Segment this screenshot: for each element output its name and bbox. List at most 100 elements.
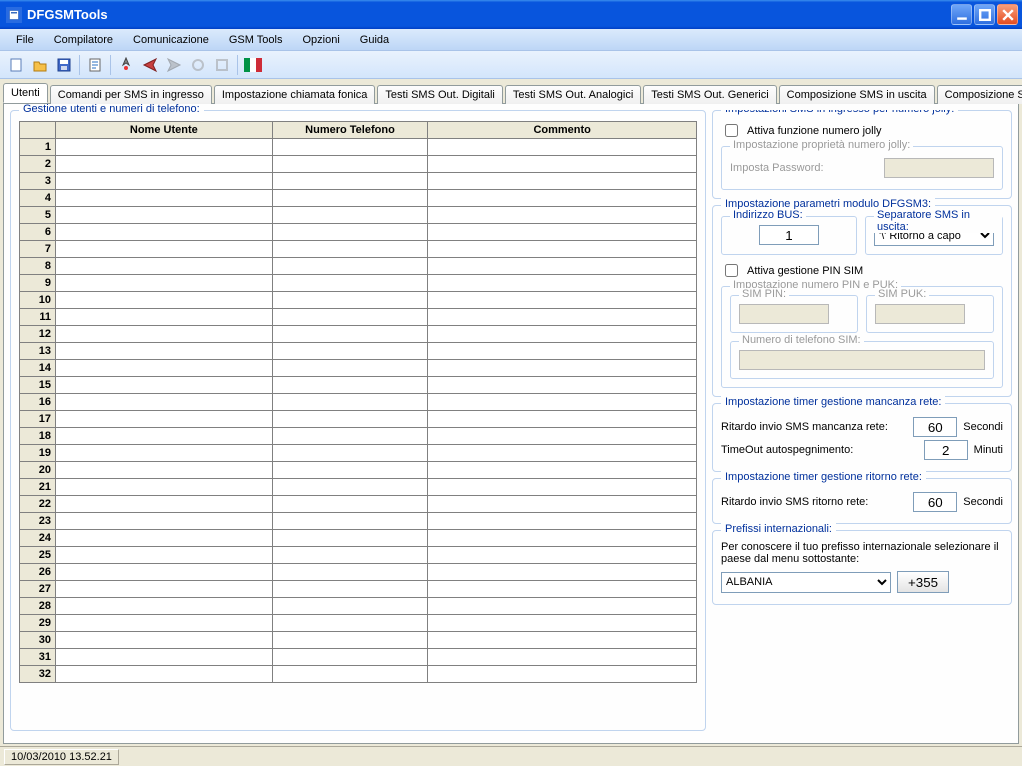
table-row[interactable]: 3 [20,173,697,190]
cell[interactable] [428,411,697,428]
table-row[interactable]: 19 [20,445,697,462]
cell[interactable] [56,462,273,479]
cell[interactable] [428,377,697,394]
cell[interactable] [56,309,273,326]
cell[interactable] [428,190,697,207]
users-table[interactable]: Nome Utente Numero Telefono Commento 123… [19,121,697,683]
off-delay-input[interactable] [913,417,957,437]
launch-icon[interactable] [114,54,137,76]
cell[interactable] [56,445,273,462]
flag-italy-icon[interactable] [241,54,264,76]
table-row[interactable]: 30 [20,632,697,649]
menu-compilatore[interactable]: Compilatore [44,32,123,48]
tab-2[interactable]: Impostazione chiamata fonica [214,85,376,104]
cell[interactable] [56,156,273,173]
cell[interactable] [272,513,428,530]
cell[interactable] [272,462,428,479]
cell[interactable] [272,139,428,156]
table-row[interactable]: 29 [20,615,697,632]
table-row[interactable]: 12 [20,326,697,343]
maximize-button[interactable] [974,4,995,25]
cell[interactable] [56,632,273,649]
cell[interactable] [428,343,697,360]
cell[interactable] [428,139,697,156]
cell[interactable] [56,513,273,530]
table-row[interactable]: 14 [20,360,697,377]
cell[interactable] [428,258,697,275]
cell[interactable] [56,615,273,632]
cell[interactable] [272,530,428,547]
cell[interactable] [428,224,697,241]
cell[interactable] [272,428,428,445]
cell[interactable] [272,547,428,564]
menu-comunicazione[interactable]: Comunicazione [123,32,219,48]
cell[interactable] [56,360,273,377]
cell[interactable] [428,394,697,411]
cell[interactable] [56,292,273,309]
table-row[interactable]: 1 [20,139,697,156]
table-row[interactable]: 5 [20,207,697,224]
cell[interactable] [272,666,428,683]
cell[interactable] [272,445,428,462]
cell[interactable] [272,190,428,207]
cell[interactable] [428,649,697,666]
tab-5[interactable]: Testi SMS Out. Generici [643,85,776,104]
cell[interactable] [428,360,697,377]
cell[interactable] [428,666,697,683]
close-button[interactable] [997,4,1018,25]
tab-4[interactable]: Testi SMS Out. Analogici [505,85,641,104]
tool2-icon[interactable] [210,54,233,76]
cell[interactable] [272,173,428,190]
cell[interactable] [272,156,428,173]
cell[interactable] [272,479,428,496]
cell[interactable] [56,207,273,224]
cell[interactable] [56,496,273,513]
table-row[interactable]: 31 [20,649,697,666]
cell[interactable] [56,190,273,207]
cell[interactable] [56,224,273,241]
table-row[interactable]: 17 [20,411,697,428]
table-row[interactable]: 28 [20,598,697,615]
cell[interactable] [272,615,428,632]
cell[interactable] [56,377,273,394]
menu-file[interactable]: File [6,32,44,48]
table-row[interactable]: 32 [20,666,697,683]
save-icon[interactable] [52,54,75,76]
table-row[interactable]: 15 [20,377,697,394]
cell[interactable] [428,581,697,598]
cell[interactable] [56,139,273,156]
cell[interactable] [272,275,428,292]
table-row[interactable]: 8 [20,258,697,275]
cell[interactable] [56,564,273,581]
compile-icon[interactable] [83,54,106,76]
table-row[interactable]: 25 [20,547,697,564]
cell[interactable] [272,564,428,581]
cell[interactable] [272,496,428,513]
cell[interactable] [272,394,428,411]
prefix-code-button[interactable]: +355 [897,571,949,593]
table-row[interactable]: 2 [20,156,697,173]
menu-gsm-tools[interactable]: GSM Tools [219,32,293,48]
cell[interactable] [272,326,428,343]
table-row[interactable]: 13 [20,343,697,360]
cell[interactable] [56,479,273,496]
table-row[interactable]: 7 [20,241,697,258]
cell[interactable] [56,343,273,360]
cell[interactable] [428,241,697,258]
recv-icon[interactable] [162,54,185,76]
minimize-button[interactable] [951,4,972,25]
on-delay-input[interactable] [913,492,957,512]
cell[interactable] [272,258,428,275]
tab-6[interactable]: Composizione SMS in uscita [779,85,935,104]
cell[interactable] [56,411,273,428]
cell[interactable] [56,530,273,547]
cell[interactable] [272,411,428,428]
cell[interactable] [272,598,428,615]
cell[interactable] [56,394,273,411]
tab-3[interactable]: Testi SMS Out. Digitali [377,85,502,104]
cell[interactable] [56,547,273,564]
cell[interactable] [272,581,428,598]
tab-1[interactable]: Comandi per SMS in ingresso [50,85,212,104]
cell[interactable] [428,292,697,309]
cell[interactable] [428,173,697,190]
